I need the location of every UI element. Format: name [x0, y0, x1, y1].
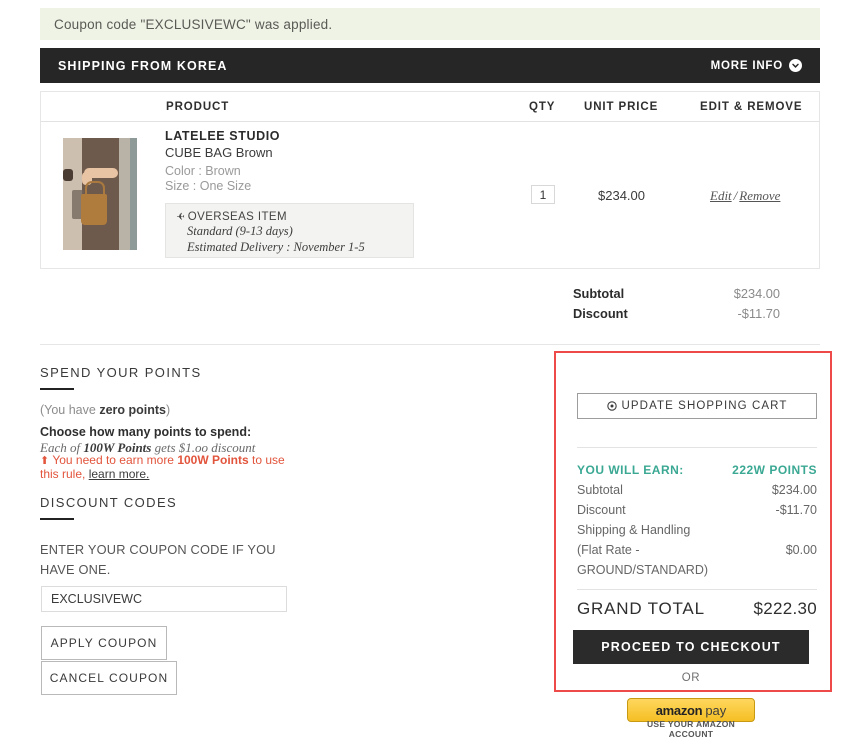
thumb-bag [80, 194, 107, 226]
points-warning: ⬆ You need to earn more 100W Points to u… [40, 454, 285, 480]
apply-coupon-button[interactable]: APPLY COUPON [41, 626, 167, 660]
arrow-up-icon: ⬆ [40, 455, 50, 467]
product-option-color: Color : Brown [165, 164, 241, 178]
points-balance-suffix: ) [165, 403, 171, 417]
spend-points-underline [40, 388, 74, 390]
points-warning-prefix: You need to earn more [49, 453, 178, 467]
cart-footer-divider [40, 344, 820, 345]
cancel-coupon-button[interactable]: CANCEL COUPON [41, 661, 177, 695]
quantity-input[interactable]: 1 [531, 185, 555, 204]
edit-remove-links: Edit / Remove [710, 188, 780, 204]
cart-discount-label: Discount [573, 306, 628, 321]
summary-divider-bottom [577, 589, 817, 590]
item-unit-price: $234.00 [598, 188, 645, 203]
amazon-pay-wordmark: amazon [655, 702, 703, 718]
product-brand[interactable]: LATELEE STUDIO [165, 129, 280, 143]
spend-points-title: SPEND YOUR POINTS [40, 365, 202, 380]
cart-item-row [40, 122, 820, 268]
cart-subtotal-label: Subtotal [573, 286, 625, 301]
summary-discount-value: -$11.70 [775, 503, 817, 517]
shipping-origin-banner: SHIPPING FROM KOREA MORE INFO [40, 48, 820, 83]
cart-subtotal-value: $234.00 [733, 286, 780, 301]
discount-codes-title: DISCOUNT CODES [40, 495, 178, 510]
product-name[interactable]: CUBE BAG Brown [165, 145, 273, 160]
you-will-earn-value: 222W POINTS [732, 463, 817, 477]
summary-shipping-label: Shipping & Handling [577, 523, 691, 537]
summary-subtotal-value: $234.00 [771, 483, 817, 497]
learn-more-link[interactable]: learn more. [89, 467, 150, 481]
proceed-to-checkout-button[interactable]: PROCEED TO CHECKOUT [573, 630, 809, 664]
refresh-icon [606, 401, 617, 411]
points-balance-amount: zero points [99, 403, 166, 417]
update-shopping-cart-label: UPDATE SHOPPING CART [621, 400, 788, 412]
coupon-applied-message: Coupon code "EXCLUSIVEWC" was applied. [54, 16, 333, 32]
points-choose-label: Choose how many points to spend: [40, 425, 252, 439]
coupon-applied-notice: Coupon code "EXCLUSIVEWC" was applied. [40, 8, 820, 40]
overseas-shipping-standard: Standard (9-13 days) [187, 224, 293, 238]
cart-table-header: PRODUCT QTY UNIT PRICE EDIT & REMOVE [40, 91, 820, 122]
summary-subtotal-label: Subtotal [577, 483, 623, 497]
summary-ground-label: GROUND/STANDARD) [577, 563, 709, 577]
thumb-door-knob [63, 169, 74, 181]
airplane-icon: ✈ [176, 212, 185, 223]
product-thumbnail[interactable] [63, 138, 137, 250]
cart-discount-value: -$11.70 [737, 306, 780, 321]
summary-flatrate-label: (Flat Rate - [577, 543, 640, 557]
column-header-product: PRODUCT [166, 101, 230, 113]
column-header-unit-price: UNIT PRICE [584, 101, 659, 113]
edit-link[interactable]: Edit [710, 188, 732, 203]
chevron-down-icon [789, 59, 802, 72]
points-warning-amount: 100W Points [177, 453, 249, 467]
amazon-pay-subtext: USE YOUR AMAZON ACCOUNT [646, 719, 736, 739]
summary-discount-label: Discount [577, 503, 626, 517]
thumb-door-edge [129, 138, 137, 250]
coupon-code-input[interactable] [41, 586, 287, 612]
overseas-item-box: ✈ OVERSEAS ITEM Standard (9-13 days) Esti… [165, 203, 414, 258]
points-balance: (You have zero points) [40, 403, 170, 417]
cart-row-divider [40, 268, 820, 269]
discount-codes-underline [40, 518, 74, 520]
update-shopping-cart-button[interactable]: UPDATE SHOPPING CART [577, 393, 817, 419]
more-info-label: MORE INFO [710, 59, 783, 72]
summary-divider-top [577, 447, 817, 448]
shipping-origin-title: SHIPPING FROM KOREA [58, 58, 228, 73]
column-header-edit-remove: EDIT & REMOVE [700, 101, 803, 113]
product-option-size: Size : One Size [165, 179, 252, 193]
amazon-pay-pay-text: pay [705, 702, 727, 718]
points-balance-prefix: (You have [40, 403, 100, 417]
overseas-title: OVERSEAS ITEM [187, 211, 287, 223]
more-info-button[interactable]: MORE INFO [711, 59, 802, 72]
edit-remove-separator: / [733, 188, 738, 203]
overseas-title-line: ✈ OVERSEAS ITEM [176, 211, 403, 223]
shopping-cart-page: Coupon code "EXCLUSIVEWC" was applied. S… [0, 0, 860, 739]
overseas-estimated-delivery: Estimated Delivery : November 1-5 [187, 240, 365, 254]
or-separator-label: OR [681, 672, 701, 684]
thumb-wall-right [119, 138, 130, 250]
summary-flatrate-value: $0.00 [785, 543, 817, 557]
discount-codes-help: ENTER YOUR COUPON CODE IF YOU HAVE ONE. [40, 542, 276, 577]
remove-link[interactable]: Remove [739, 188, 780, 203]
column-header-qty: QTY [529, 101, 556, 113]
grand-total-value: $222.30 [753, 599, 817, 618]
